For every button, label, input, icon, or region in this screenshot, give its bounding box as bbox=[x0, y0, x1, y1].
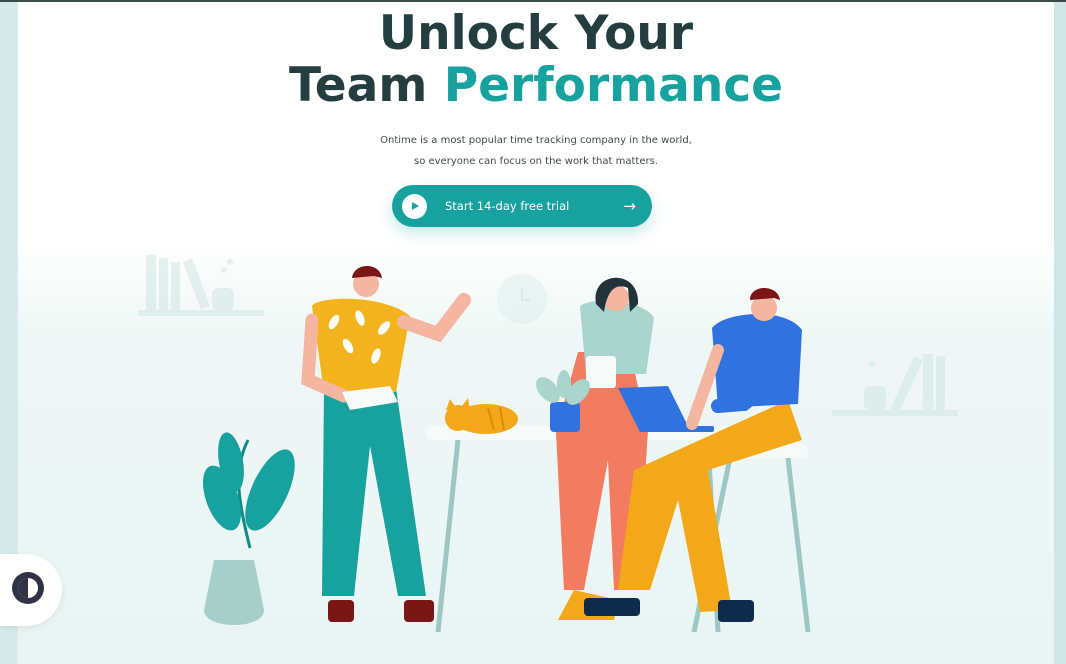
potted-plant bbox=[202, 432, 295, 625]
bookshelf-right bbox=[832, 354, 958, 416]
clock-icon bbox=[497, 274, 547, 324]
contrast-icon bbox=[10, 570, 46, 610]
team-illustration bbox=[138, 255, 958, 633]
bookshelf-left bbox=[138, 255, 264, 316]
standing-man bbox=[301, 266, 471, 622]
cat bbox=[445, 398, 518, 434]
landing-page: Unlock Your Team Performance Ontime is a… bbox=[18, 0, 1054, 664]
top-border bbox=[0, 0, 1066, 2]
right-edge bbox=[1054, 0, 1066, 664]
